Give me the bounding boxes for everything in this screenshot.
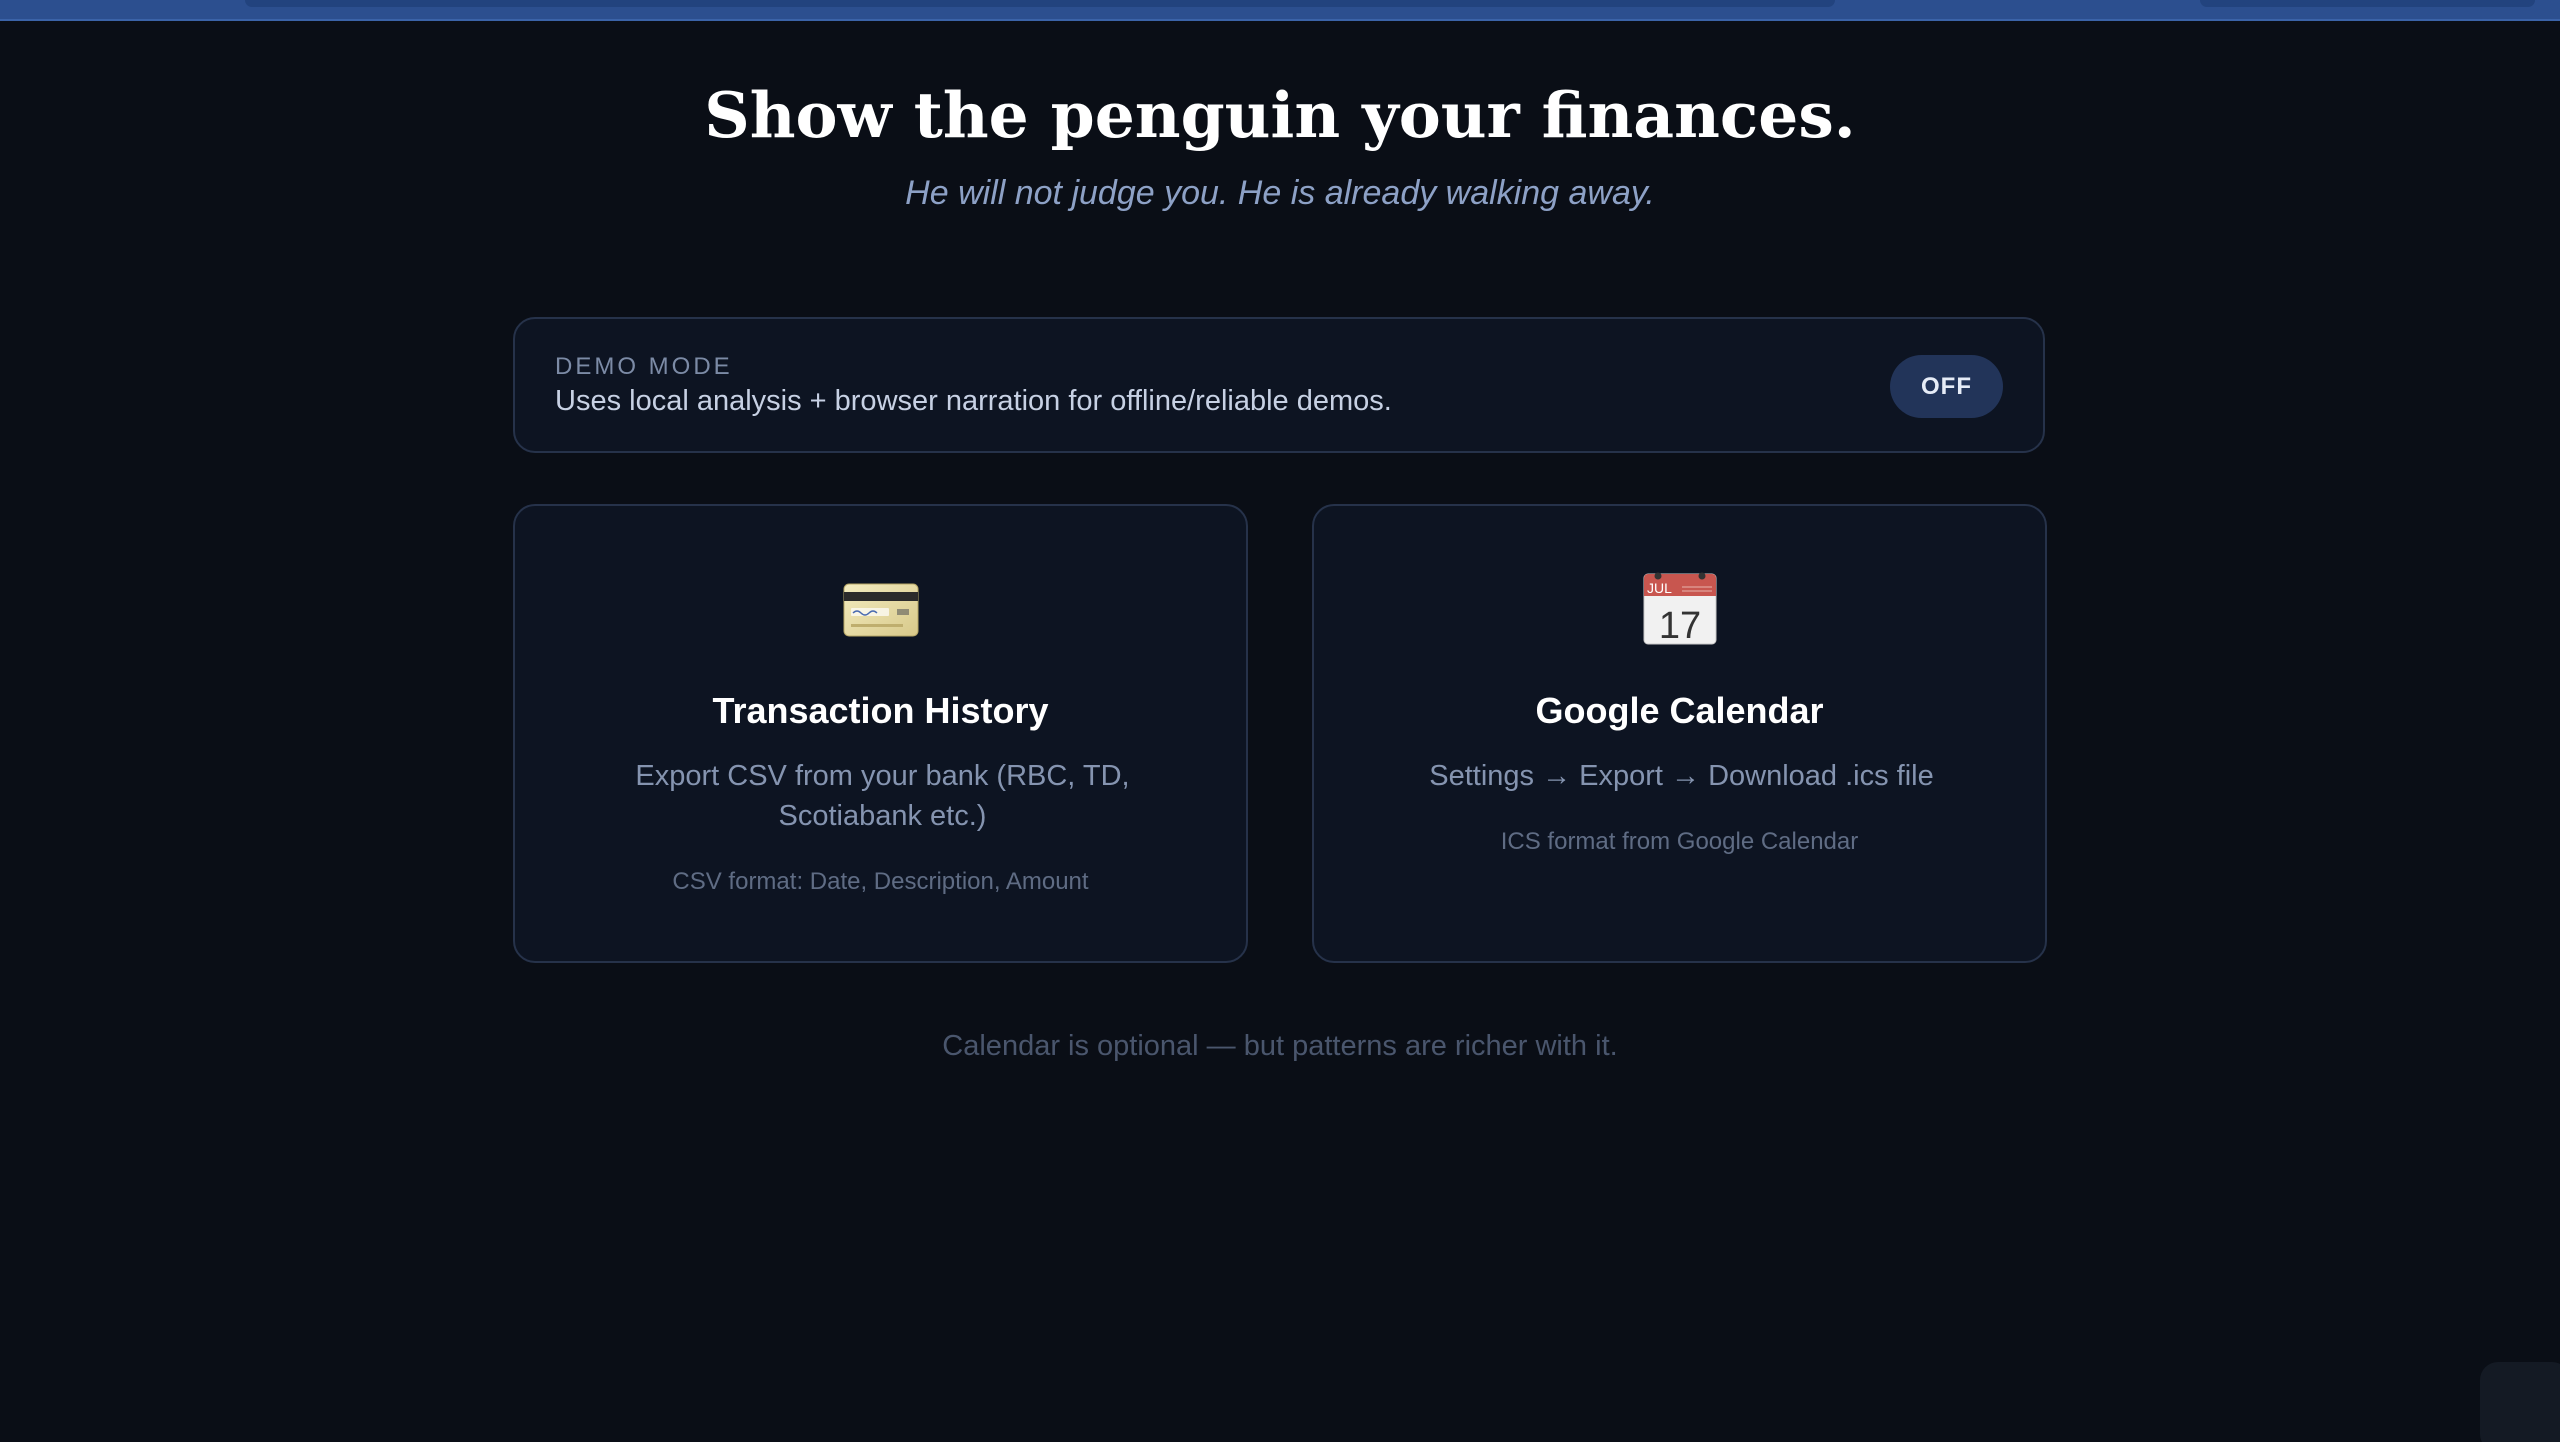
credit-card-icon	[843, 583, 918, 637]
card-title: Google Calendar	[1535, 690, 1824, 731]
transaction-history-upload-card[interactable]: Transaction History Export CSV from your…	[513, 504, 1248, 963]
google-calendar-upload-card[interactable]: JUL 17 Google Calendar Settings → Export…	[1312, 504, 2047, 963]
card-format-note: ICS format from Google Calendar	[1500, 828, 1859, 855]
top-bar	[0, 0, 2560, 21]
card-title: Transaction History	[712, 690, 1049, 731]
calendar-icon-month: JUL	[1647, 580, 1672, 596]
floating-widget-button[interactable]	[2480, 1362, 2560, 1442]
calendar-optional-note: Calendar is optional — but patterns are …	[942, 1030, 1618, 1062]
page-subtitle: He will not judge you. He is already wal…	[905, 174, 1655, 212]
calendar-icon: JUL 17	[1643, 572, 1716, 646]
demo-mode-description: Uses local analysis + browser narration …	[555, 385, 1392, 417]
top-bar-action[interactable]	[2200, 0, 2535, 7]
card-description: Settings → Export → Download .ics file	[1429, 760, 1934, 792]
demo-mode-toggle[interactable]: OFF	[1890, 355, 2003, 418]
top-bar-tab[interactable]	[245, 0, 1835, 7]
demo-mode-panel: DEMO MODE Uses local analysis + browser …	[513, 317, 2045, 453]
page-title: Show the penguin your finances.	[704, 78, 1856, 152]
demo-mode-label: DEMO MODE	[555, 353, 733, 380]
calendar-icon-day: 17	[1658, 605, 1700, 646]
card-description: Export CSV from your bank (RBC, TD, Scot…	[635, 760, 1130, 832]
card-format-note: CSV format: Date, Description, Amount	[672, 868, 1089, 895]
